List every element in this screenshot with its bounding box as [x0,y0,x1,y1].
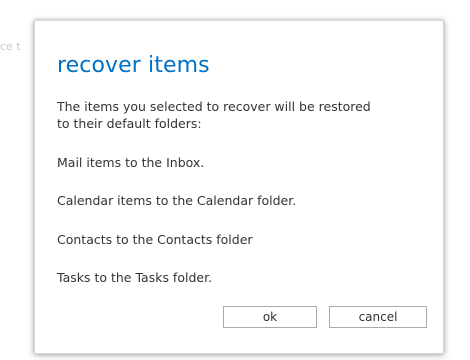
contacts-line: Contacts to the Contacts folder [57,232,253,247]
calendar-items-line: Calendar items to the Calendar folder. [57,193,297,208]
recover-items-dialog: recover items The items you selected to … [34,20,444,354]
dialog-intro: The items you selected to recover will b… [57,98,371,132]
ok-button[interactable]: ok [223,306,317,328]
page: ce t recover items The items you selecte… [0,0,470,360]
dialog-title: recover items [57,53,210,78]
dialog-intro-line-2: to their default folders: [57,116,202,131]
cancel-button[interactable]: cancel [329,306,427,328]
mail-items-line: Mail items to the Inbox. [57,155,205,170]
dialog-intro-line-1: The items you selected to recover will b… [57,99,371,114]
tasks-line: Tasks to the Tasks folder. [57,270,213,285]
background-partial-text: ce t [0,40,21,53]
